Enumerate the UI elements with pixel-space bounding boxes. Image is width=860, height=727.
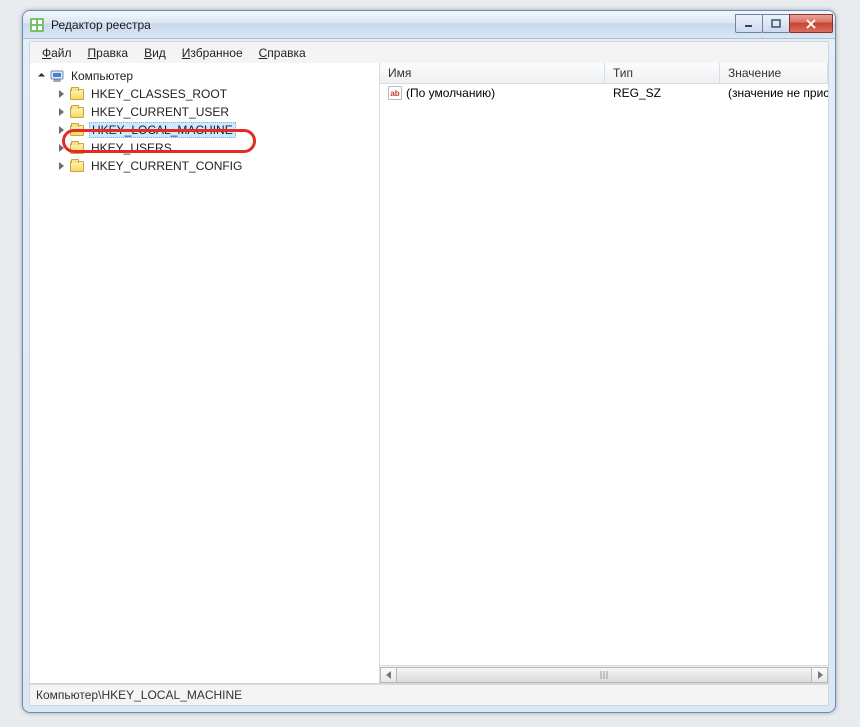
tree-key-hkcc[interactable]: HKEY_CURRENT_CONFIG	[54, 157, 379, 175]
folder-icon	[69, 87, 85, 101]
scroll-right-button[interactable]	[811, 667, 828, 683]
folder-icon	[69, 141, 85, 155]
window-controls	[735, 16, 833, 33]
folder-icon	[69, 159, 85, 173]
tree-label: HKEY_CURRENT_USER	[89, 105, 231, 119]
window-frame: Редактор реестра Файл Правка Вид Избранн…	[22, 10, 836, 713]
statusbar: Компьютер\HKEY_LOCAL_MACHINE	[29, 684, 829, 706]
scroll-left-button[interactable]	[380, 667, 397, 683]
maximize-button[interactable]	[762, 14, 790, 33]
menubar: Файл Правка Вид Избранное Справка	[29, 41, 829, 63]
tree-label: Компьютер	[69, 69, 135, 83]
tree-label: HKEY_CLASSES_ROOT	[89, 87, 229, 101]
list-item[interactable]: ab (По умолчанию) REG_SZ (значение не при…	[380, 84, 828, 102]
expand-icon[interactable]	[56, 143, 67, 154]
registry-tree[interactable]: Компьютер HKEY_CLASSES_ROOT HKEY_CURRENT…	[30, 63, 380, 683]
menu-edit[interactable]: Правка	[80, 44, 137, 62]
expand-icon[interactable]	[56, 89, 67, 100]
close-button[interactable]	[789, 14, 833, 33]
value-name: (По умолчанию)	[406, 86, 495, 100]
value-data-cell: (значение не присво	[720, 86, 828, 100]
folder-icon	[69, 123, 85, 137]
titlebar[interactable]: Редактор реестра	[23, 11, 835, 39]
tree-children: HKEY_CLASSES_ROOT HKEY_CURRENT_USER HKEY…	[34, 85, 379, 175]
list-body[interactable]: ab (По умолчанию) REG_SZ (значение не при…	[380, 84, 828, 665]
tree-key-hkcr[interactable]: HKEY_CLASSES_ROOT	[54, 85, 379, 103]
tree-key-hku[interactable]: HKEY_USERS	[54, 139, 379, 157]
value-type-cell: REG_SZ	[605, 86, 720, 100]
expand-icon[interactable]	[56, 125, 67, 136]
expand-icon[interactable]	[56, 107, 67, 118]
horizontal-scrollbar[interactable]	[380, 665, 828, 683]
folder-icon	[69, 105, 85, 119]
tree-label: HKEY_LOCAL_MACHINE	[89, 122, 236, 138]
value-name-cell: ab (По умолчанию)	[380, 86, 605, 101]
list-header: Имя Тип Значение	[380, 63, 828, 84]
menu-view[interactable]: Вид	[136, 44, 174, 62]
values-list: Имя Тип Значение ab (По умолчанию) REG_SZ…	[380, 63, 828, 683]
content-area: Компьютер HKEY_CLASSES_ROOT HKEY_CURRENT…	[29, 63, 829, 684]
tree-key-hklm[interactable]: HKEY_LOCAL_MACHINE	[54, 121, 379, 139]
tree-key-hkcu[interactable]: HKEY_CURRENT_USER	[54, 103, 379, 121]
column-header-type[interactable]: Тип	[605, 63, 720, 83]
tree-root-computer[interactable]: Компьютер	[34, 67, 379, 85]
expand-icon[interactable]	[56, 161, 67, 172]
menu-file[interactable]: Файл	[34, 44, 80, 62]
scroll-thumb[interactable]	[396, 667, 812, 683]
tree-label: HKEY_USERS	[89, 141, 174, 155]
tree-label: HKEY_CURRENT_CONFIG	[89, 159, 244, 173]
menu-favorites[interactable]: Избранное	[174, 44, 251, 62]
string-value-icon: ab	[388, 86, 402, 100]
column-header-name[interactable]: Имя	[380, 63, 605, 83]
status-path: Компьютер\HKEY_LOCAL_MACHINE	[36, 688, 242, 702]
minimize-button[interactable]	[735, 14, 763, 33]
window-title: Редактор реестра	[51, 18, 735, 32]
expand-icon[interactable]	[36, 71, 47, 82]
app-icon	[29, 17, 45, 33]
menu-help[interactable]: Справка	[251, 44, 314, 62]
column-header-value[interactable]: Значение	[720, 63, 828, 83]
computer-icon	[49, 69, 65, 83]
